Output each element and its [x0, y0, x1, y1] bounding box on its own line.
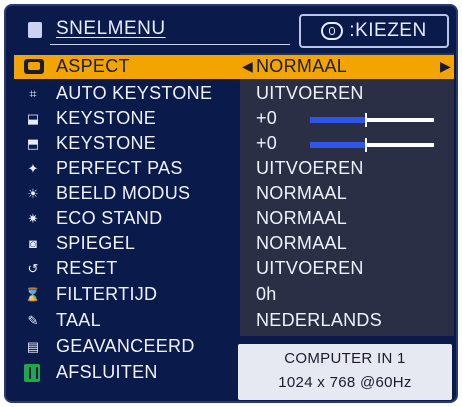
osd-menu: SNELMENU :KIEZEN ASPECT ◀ NORMAAL ▶ ⌗ AU… — [4, 4, 458, 403]
slider-fill — [310, 117, 366, 123]
menu-item-aspect[interactable]: ASPECT ◀ NORMAAL ▶ — [14, 55, 454, 79]
menu-item-geavanceerd[interactable]: ▤ GEAVANCEERD — [14, 335, 234, 359]
menu-item-value: +0 — [256, 133, 278, 153]
kiezen-label: :KIEZEN — [349, 20, 427, 41]
beeld-modus-icon: ☀ — [27, 186, 39, 201]
perfect-pas-icon: ✦ — [27, 161, 39, 176]
menu-item-label: TAAL — [56, 310, 101, 330]
keystone-slider[interactable] — [310, 138, 434, 152]
slider-fill — [310, 142, 366, 148]
menu-item-label: GEAVANCEERD — [56, 336, 195, 356]
menu-item-afsluiten[interactable]: AFSLUITEN — [14, 361, 234, 385]
menu-item-reset[interactable]: ↺ RESET UITVOEREN — [14, 257, 454, 281]
menu-item-label: PERFECT PAS — [56, 158, 183, 178]
menu-item-value: NORMAAL — [256, 233, 348, 253]
slider-center-tick — [364, 113, 367, 127]
menu-item-auto-keystone[interactable]: ⌗ AUTO KEYSTONE UITVOEREN — [14, 82, 454, 106]
geavanceerd-icon: ▤ — [26, 339, 40, 354]
exit-icon — [24, 364, 40, 382]
menu-item-filtertijd[interactable]: ⌛ FILTERTIJD 0h — [14, 283, 454, 307]
input-info-box: COMPUTER IN 1 1024 x 768 @60Hz — [238, 344, 452, 400]
input-resolution-label: 1024 x 768 @60Hz — [278, 374, 412, 391]
aspect-icon — [24, 59, 44, 74]
menu-item-beeld-modus[interactable]: ☀ BEELD MODUS NORMAAL — [14, 182, 454, 206]
menu-item-label: ECO STAND — [56, 208, 163, 228]
menu-item-value: +0 — [256, 108, 278, 128]
menu-item-label: BEELD MODUS — [56, 183, 191, 203]
menu-item-value: UITVOEREN — [256, 158, 364, 178]
reset-icon: ↺ — [27, 261, 39, 276]
menu-title: SNELMENU — [56, 18, 166, 39]
menu-item-taal[interactable]: ✎ TAAL NEDERLANDS — [14, 309, 454, 333]
menu-item-value: NEDERLANDS — [256, 310, 383, 330]
header-underline — [50, 44, 290, 45]
menu-item-value: NORMAAL — [256, 183, 348, 203]
input-source-label: COMPUTER IN 1 — [284, 350, 406, 367]
menu-item-label: AFSLUITEN — [56, 362, 158, 382]
menu-item-value: 0h — [256, 284, 277, 304]
menu-item-spiegel[interactable]: ◙ SPIEGEL NORMAAL — [14, 232, 454, 256]
menu-item-value: NORMAAL — [256, 208, 348, 228]
menu-item-label: RESET — [56, 258, 118, 278]
menu-item-value: UITVOEREN — [256, 83, 364, 103]
navigation-icon — [321, 22, 344, 40]
slider-center-tick — [364, 138, 367, 152]
menu-item-perfect-pas[interactable]: ✦ PERFECT PAS UITVOEREN — [14, 157, 454, 181]
menu-item-label: KEYSTONE — [56, 133, 157, 153]
kiezen-hint: :KIEZEN — [299, 14, 449, 48]
menu-item-value: UITVOEREN — [256, 258, 364, 278]
menu-item-eco-stand[interactable]: ✷ ECO STAND NORMAAL — [14, 207, 454, 231]
menu-item-keystone-horizontal[interactable]: ⬒ KEYSTONE +0 — [14, 132, 454, 156]
menu-item-label: KEYSTONE — [56, 108, 157, 128]
arrow-right-icon[interactable]: ▶ — [440, 58, 451, 75]
menu-item-label: FILTERTIJD — [56, 284, 158, 304]
keystone-h-icon: ⬒ — [26, 136, 40, 151]
menu-icon — [28, 22, 42, 38]
keystone-v-icon: ⬓ — [26, 111, 40, 126]
menu-item-label: AUTO KEYSTONE — [56, 83, 213, 103]
keystone-slider[interactable] — [310, 113, 434, 127]
menu-item-label: ASPECT — [56, 56, 130, 76]
menu-item-value: NORMAAL — [256, 56, 348, 76]
filter-icon: ⌛ — [24, 287, 42, 302]
menu-item-label: SPIEGEL — [56, 233, 136, 253]
auto-keystone-icon: ⌗ — [29, 86, 37, 101]
spiegel-icon: ◙ — [29, 236, 37, 251]
taal-icon: ✎ — [27, 313, 39, 328]
arrow-left-icon[interactable]: ◀ — [242, 58, 253, 75]
eco-stand-icon: ✷ — [27, 211, 39, 226]
menu-header: SNELMENU — [14, 14, 294, 48]
menu-item-keystone-vertical[interactable]: ⬓ KEYSTONE +0 — [14, 107, 454, 131]
